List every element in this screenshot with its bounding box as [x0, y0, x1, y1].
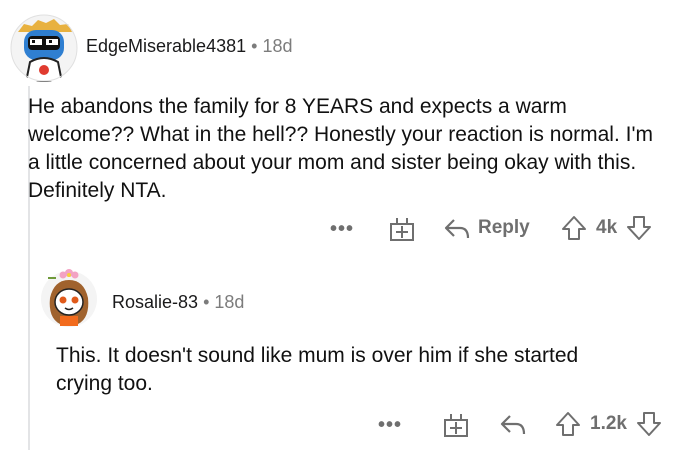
username[interactable]: EdgeMiserable4381 [86, 36, 246, 56]
girl-flower-avatar-icon[interactable] [38, 266, 100, 328]
upvote-arrow-icon[interactable] [554, 410, 582, 438]
vote-count: 4k [596, 217, 618, 238]
award-button[interactable] [388, 216, 416, 242]
reply-label: Reply [478, 217, 530, 238]
comment-body: He abandons the family for 8 YEARS and e… [28, 95, 653, 202]
vote-controls: 4k [560, 214, 653, 242]
vote-count: 1.2k [590, 413, 627, 434]
username[interactable]: Rosalie-83 [112, 292, 198, 312]
robot-avatar-icon[interactable] [10, 14, 78, 82]
more-options-icon[interactable]: ••• [330, 218, 354, 241]
separator: • [203, 292, 210, 312]
reply-button[interactable]: Reply [442, 216, 530, 240]
comment-header: Rosalie-83 • 18d [112, 292, 244, 313]
reply-arrow-icon [498, 412, 528, 436]
vote-controls: 1.2k [554, 410, 663, 438]
comment-age: 18d [214, 292, 245, 312]
upvote-arrow-icon[interactable] [560, 214, 588, 242]
award-button[interactable] [442, 412, 470, 438]
reply-button[interactable] [498, 412, 528, 436]
gift-icon [442, 412, 470, 438]
downvote-arrow-icon[interactable] [635, 410, 663, 438]
comment-body: This. It doesn't sound like mum is over … [56, 344, 579, 395]
comment-age: 18d [262, 36, 293, 56]
comment-header: EdgeMiserable4381 • 18d [86, 36, 293, 57]
separator: • [251, 36, 258, 56]
more-options-icon[interactable]: ••• [378, 414, 402, 437]
reply-arrow-icon [442, 216, 472, 240]
downvote-arrow-icon[interactable] [625, 214, 653, 242]
gift-icon [388, 216, 416, 242]
